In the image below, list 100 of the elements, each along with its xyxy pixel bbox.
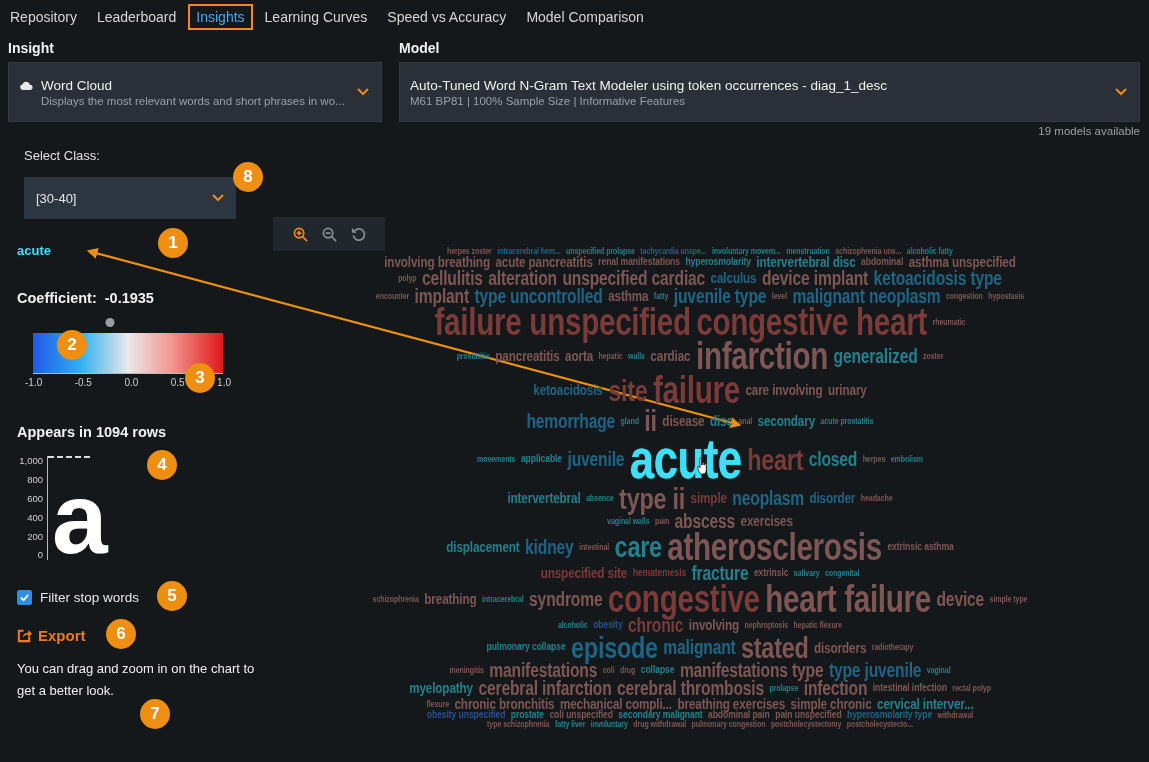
cloud-word[interactable]: hepatic flexure — [793, 620, 843, 629]
cloud-word[interactable]: secondary malignant — [618, 710, 703, 721]
cloud-word[interactable]: embolism — [890, 455, 923, 464]
cloud-word[interactable]: hyperosmolarity — [685, 256, 751, 267]
cloud-word[interactable]: urinary — [827, 383, 867, 397]
cloud-word[interactable]: type juvenile — [828, 660, 922, 679]
cloud-word[interactable]: aorta — [565, 349, 594, 363]
cloud-word[interactable]: rheumatic — [932, 317, 966, 326]
cloud-word[interactable]: disease — [662, 413, 705, 428]
tab[interactable]: Learning Curves — [256, 4, 376, 30]
cloud-word[interactable]: asthma — [608, 288, 649, 303]
cloud-word[interactable]: device — [936, 589, 985, 608]
cloud-word[interactable]: type schizophrenia — [487, 720, 550, 729]
cloud-word[interactable]: mechanical compli... — [559, 696, 672, 711]
cloud-word[interactable]: ii — [644, 407, 657, 435]
cloud-word[interactable]: pain — [655, 516, 670, 525]
reset-icon[interactable] — [350, 226, 366, 242]
cloud-word[interactable]: secondary — [757, 413, 816, 428]
cloud-word[interactable]: abdominal — [861, 256, 904, 267]
cloud-word[interactable]: fatty — [653, 291, 669, 300]
cloud-word[interactable]: extrinsic — [753, 567, 789, 578]
cloud-word[interactable]: care involving — [745, 383, 823, 397]
cloud-word[interactable]: exercises — [740, 513, 793, 528]
cloud-word[interactable]: breathing — [424, 592, 477, 606]
cloud-word[interactable]: cerebral infarction — [478, 678, 612, 697]
cloud-word[interactable]: renal manifestations — [598, 256, 680, 267]
dropdown[interactable]: Word Cloud Displays the most relevant words and short phrases in wo... — [8, 62, 382, 122]
cloud-word[interactable]: disorder — [809, 491, 856, 505]
cloud-word[interactable]: intestinal — [579, 542, 610, 551]
cloud-word[interactable]: rectal polyp — [952, 683, 991, 692]
cloud-word[interactable]: fracture — [691, 563, 749, 582]
cloud-word[interactable]: pain unspecified — [775, 710, 842, 721]
cloud-word[interactable]: juvenile — [567, 450, 625, 469]
cloud-word[interactable]: schizophrenia uns... — [835, 247, 902, 256]
cloud-word[interactable]: atherosclerosis — [667, 529, 882, 564]
dropdown[interactable]: Auto-Tuned Word N-Gram Text Modeler using token occurrences - diag_1_desc M61 BP81 | 100% Sample Size | Informative Features — [399, 62, 1140, 122]
cloud-word[interactable]: failure — [653, 372, 740, 408]
cloud-word[interactable]: displacement — [446, 539, 520, 554]
cloud-word[interactable]: pancreatitis — [495, 349, 560, 363]
cloud-word[interactable]: involuntary movem... — [711, 247, 781, 256]
cloud-word[interactable]: tachycardia unspe... — [640, 247, 707, 256]
cloud-word[interactable]: postcholecystectomy — [770, 720, 842, 729]
cloud-word[interactable]: meningitis — [449, 665, 484, 674]
cloud-word[interactable]: intracerebral hem... — [497, 247, 561, 256]
cloud-word[interactable]: anal — [738, 416, 753, 425]
cloud-word[interactable]: disorders — [814, 640, 867, 655]
cloud-word[interactable]: encounter — [375, 291, 410, 300]
cloud-word[interactable]: ketoacidosis — [533, 383, 603, 397]
cloud-word[interactable]: intervertebral — [507, 491, 581, 505]
cloud-word[interactable]: hepatic — [598, 351, 623, 360]
cloud-word[interactable]: neoplasm — [732, 489, 804, 508]
cloud-word[interactable]: alcoholic fatty — [906, 247, 953, 256]
tab[interactable]: Model Comparison — [518, 4, 652, 30]
cloud-word[interactable]: unspecified site — [540, 566, 628, 580]
cloud-word[interactable]: manifestations type — [679, 660, 824, 679]
cloud-word[interactable]: vaginal walls — [607, 516, 650, 525]
cloud-word[interactable]: zoster — [923, 351, 944, 360]
cloud-word[interactable]: acute — [629, 434, 742, 485]
cloud-word[interactable]: cerebral thrombosis — [617, 678, 765, 697]
cloud-word[interactable]: gland — [620, 416, 639, 425]
cloud-word[interactable]: closed — [808, 450, 858, 469]
cloud-word[interactable]: polyp — [398, 273, 417, 282]
cloud-word[interactable]: hematemesis — [632, 567, 687, 578]
cloud-word[interactable]: implant — [414, 286, 469, 305]
cloud-word[interactable]: vaginal — [926, 665, 951, 674]
cloud-word[interactable]: heart — [747, 445, 804, 473]
cloud-word[interactable]: care — [614, 533, 662, 561]
cloud-word[interactable]: breathing exercises — [677, 696, 786, 711]
cloud-word[interactable]: prostate — [510, 710, 544, 721]
cloud-word[interactable]: stated — [741, 633, 809, 661]
cloud-word[interactable]: alcoholic — [557, 620, 588, 629]
cloud-word[interactable]: syndrome — [529, 589, 603, 608]
cloud-word[interactable]: pulmonary congestion — [691, 720, 766, 729]
cloud-word[interactable]: acute pancreatitis — [495, 255, 593, 269]
cloud-word[interactable]: menstruation — [786, 247, 830, 256]
cloud-word[interactable]: cervical interver... — [877, 696, 974, 711]
cloud-word[interactable]: withdrawal — [937, 711, 974, 720]
cloud-word[interactable]: acute prostatitis — [820, 416, 874, 425]
cloud-word[interactable]: flexure — [426, 699, 449, 708]
cloud-word[interactable]: radiotherapy — [871, 643, 914, 652]
cloud-word[interactable]: postcholecystecto... — [846, 720, 913, 729]
cloud-word[interactable]: congestion — [945, 291, 983, 300]
cloud-word[interactable]: abdominal pain — [708, 710, 770, 721]
export-link[interactable]: Export — [17, 627, 86, 644]
cloud-word[interactable]: obesity unspecified — [426, 710, 506, 721]
tab[interactable]: Leaderboard — [88, 4, 185, 30]
cloud-word[interactable]: chronic bronchitis — [454, 696, 555, 711]
cloud-word[interactable]: applicable — [520, 454, 563, 465]
cloud-word[interactable]: asthma unspecified — [908, 255, 1016, 269]
class-dropdown[interactable]: [30-40] — [24, 177, 236, 219]
cloud-word[interactable]: absence — [586, 494, 614, 503]
tab[interactable]: Speed vs Accuracy — [379, 4, 515, 30]
cloud-word[interactable]: myelopathy — [409, 681, 473, 695]
cloud-word[interactable]: involving — [688, 618, 740, 632]
cloud-word[interactable]: drug — [620, 665, 636, 674]
cloud-word[interactable]: intestinal infection — [872, 682, 947, 693]
cloud-word[interactable]: hypostasis — [988, 291, 1025, 300]
cloud-word[interactable]: intracerebral — [482, 594, 524, 603]
cloud-word[interactable]: walls — [628, 351, 645, 360]
cloud-word[interactable]: coli — [602, 665, 615, 674]
